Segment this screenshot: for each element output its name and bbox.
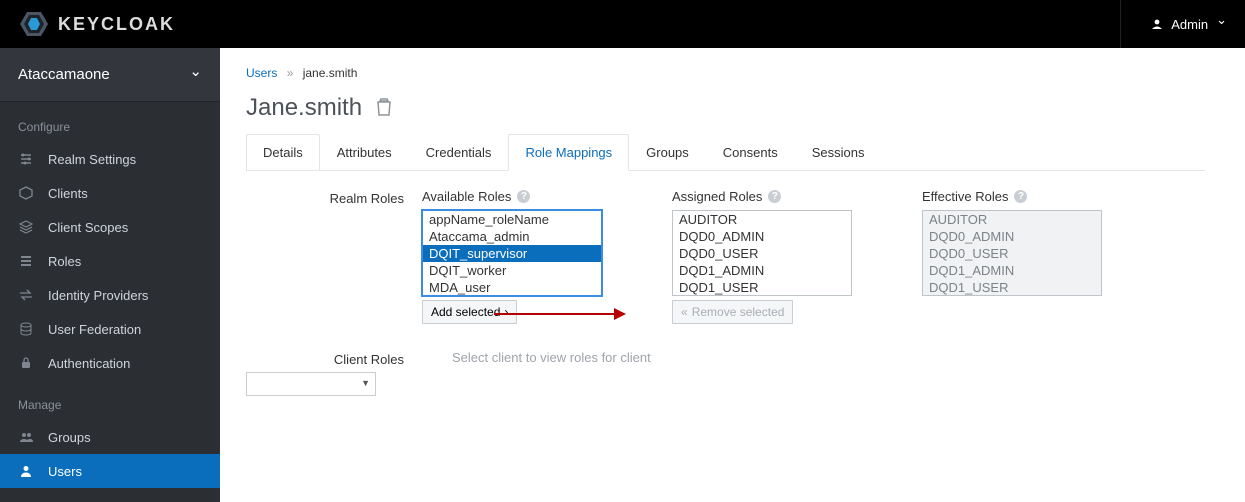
sidebar: Ataccamaone Configure Realm Settings Clie… [0,48,220,502]
assigned-roles-title: Assigned Roles [672,189,762,204]
list-item[interactable]: MDA_user [423,279,601,296]
client-select[interactable] [246,372,376,396]
sidebar-item-groups[interactable]: Groups [0,420,220,454]
sidebar-item-label: Realm Settings [48,152,136,167]
list-item[interactable]: DQD1_ADMIN [673,262,851,279]
page-title: Jane.smith [246,94,362,122]
list-item[interactable]: DQD1_USER [673,279,851,296]
sidebar-item-label: Groups [48,430,91,445]
tab-sessions[interactable]: Sessions [795,134,882,171]
user-menu[interactable]: Admin [1120,0,1227,48]
sidebar-item-clients[interactable]: Clients [0,176,220,210]
sliders-icon [18,151,34,167]
chevron-right-icon: › [504,305,508,319]
effective-roles-title: Effective Roles [922,189,1008,204]
sidebar-item-label: Authentication [48,356,130,371]
tabs: DetailsAttributesCredentialsRole Mapping… [246,134,1205,171]
list-item: DQD0_ADMIN [923,228,1101,245]
list-item: AUDITOR [923,211,1101,228]
available-roles-listbox[interactable]: appName_roleNameAtaccama_adminDQIT_super… [422,210,602,296]
brand: KEYCLOAK [20,12,175,36]
sidebar-item-label: Users [48,464,82,479]
list-item[interactable]: DQIT_worker [423,262,601,279]
sidebar-item-identity-providers[interactable]: Identity Providers [0,278,220,312]
sidebar-item-label: Client Scopes [48,220,128,235]
add-selected-button[interactable]: Add selected › [422,300,517,324]
list-item[interactable]: AUDITOR [673,211,851,228]
sidebar-item-user-federation[interactable]: User Federation [0,312,220,346]
exchange-icon [18,287,34,303]
breadcrumb: Users » jane.smith [246,66,1205,80]
sidebar-item-users[interactable]: Users [0,454,220,488]
user-label: Admin [1171,17,1208,32]
brand-icon [20,12,48,36]
cube-icon [18,185,34,201]
help-icon[interactable]: ? [1014,190,1027,203]
chevron-left-icon: « [681,305,688,319]
sidebar-item-realm-settings[interactable]: Realm Settings [0,142,220,176]
user-icon [1151,18,1163,30]
breadcrumb-parent[interactable]: Users [246,66,277,80]
client-roles-label: Client Roles [246,348,422,367]
chevron-down-icon [1216,16,1227,32]
section-configure: Configure [0,102,220,142]
database-icon [18,321,34,337]
lock-icon [18,355,34,371]
sidebar-item-label: Identity Providers [48,288,148,303]
sidebar-item-roles[interactable]: Roles [0,244,220,278]
top-header: KEYCLOAK Admin [0,0,1245,48]
breadcrumb-current: jane.smith [303,66,358,80]
list-item: DQD1_ADMIN [923,262,1101,279]
list-item[interactable]: DQD0_USER [673,245,851,262]
stack-icon [18,219,34,235]
tab-groups[interactable]: Groups [629,134,706,171]
sidebar-item-label: User Federation [48,322,141,337]
assigned-roles-listbox[interactable]: AUDITORDQD0_ADMINDQD0_USERDQD1_ADMINDQD1… [672,210,852,296]
list-item[interactable]: appName_roleName [423,211,601,228]
help-icon[interactable]: ? [517,190,530,203]
remove-selected-button[interactable]: « Remove selected [672,300,793,324]
brand-text: KEYCLOAK [58,14,175,35]
tab-attributes[interactable]: Attributes [320,134,409,171]
list-item: DQD1_USER [923,279,1101,296]
list-icon [18,253,34,269]
tab-credentials[interactable]: Credentials [409,134,509,171]
tab-role-mappings[interactable]: Role Mappings [508,134,629,171]
list-item[interactable]: Ataccama_admin [423,228,601,245]
main-content: Users » jane.smith Jane.smith DetailsAtt… [220,48,1245,502]
chevron-down-icon [189,66,202,84]
group-icon [18,429,34,445]
tab-details[interactable]: Details [246,134,320,171]
realm-name: Ataccamaone [18,66,110,83]
section-manage: Manage [0,380,220,420]
delete-icon[interactable] [376,98,392,119]
breadcrumb-sep: » [287,66,294,80]
sidebar-item-client-scopes[interactable]: Client Scopes [0,210,220,244]
list-item[interactable]: DQIT_supervisor [423,245,601,262]
list-item: DQD0_USER [923,245,1101,262]
help-icon[interactable]: ? [768,190,781,203]
list-item[interactable]: DQD0_ADMIN [673,228,851,245]
tab-consents[interactable]: Consents [706,134,795,171]
available-roles-title: Available Roles [422,189,511,204]
user-icon [18,463,34,479]
sidebar-item-authentication[interactable]: Authentication [0,346,220,380]
realm-selector[interactable]: Ataccamaone [0,48,220,102]
effective-roles-listbox: AUDITORDQD0_ADMINDQD0_USERDQD1_ADMINDQD1… [922,210,1102,296]
sidebar-item-label: Roles [48,254,81,269]
realm-roles-label: Realm Roles [246,189,422,324]
client-roles-hint: Select client to view roles for client [452,350,651,365]
sidebar-item-label: Clients [48,186,88,201]
